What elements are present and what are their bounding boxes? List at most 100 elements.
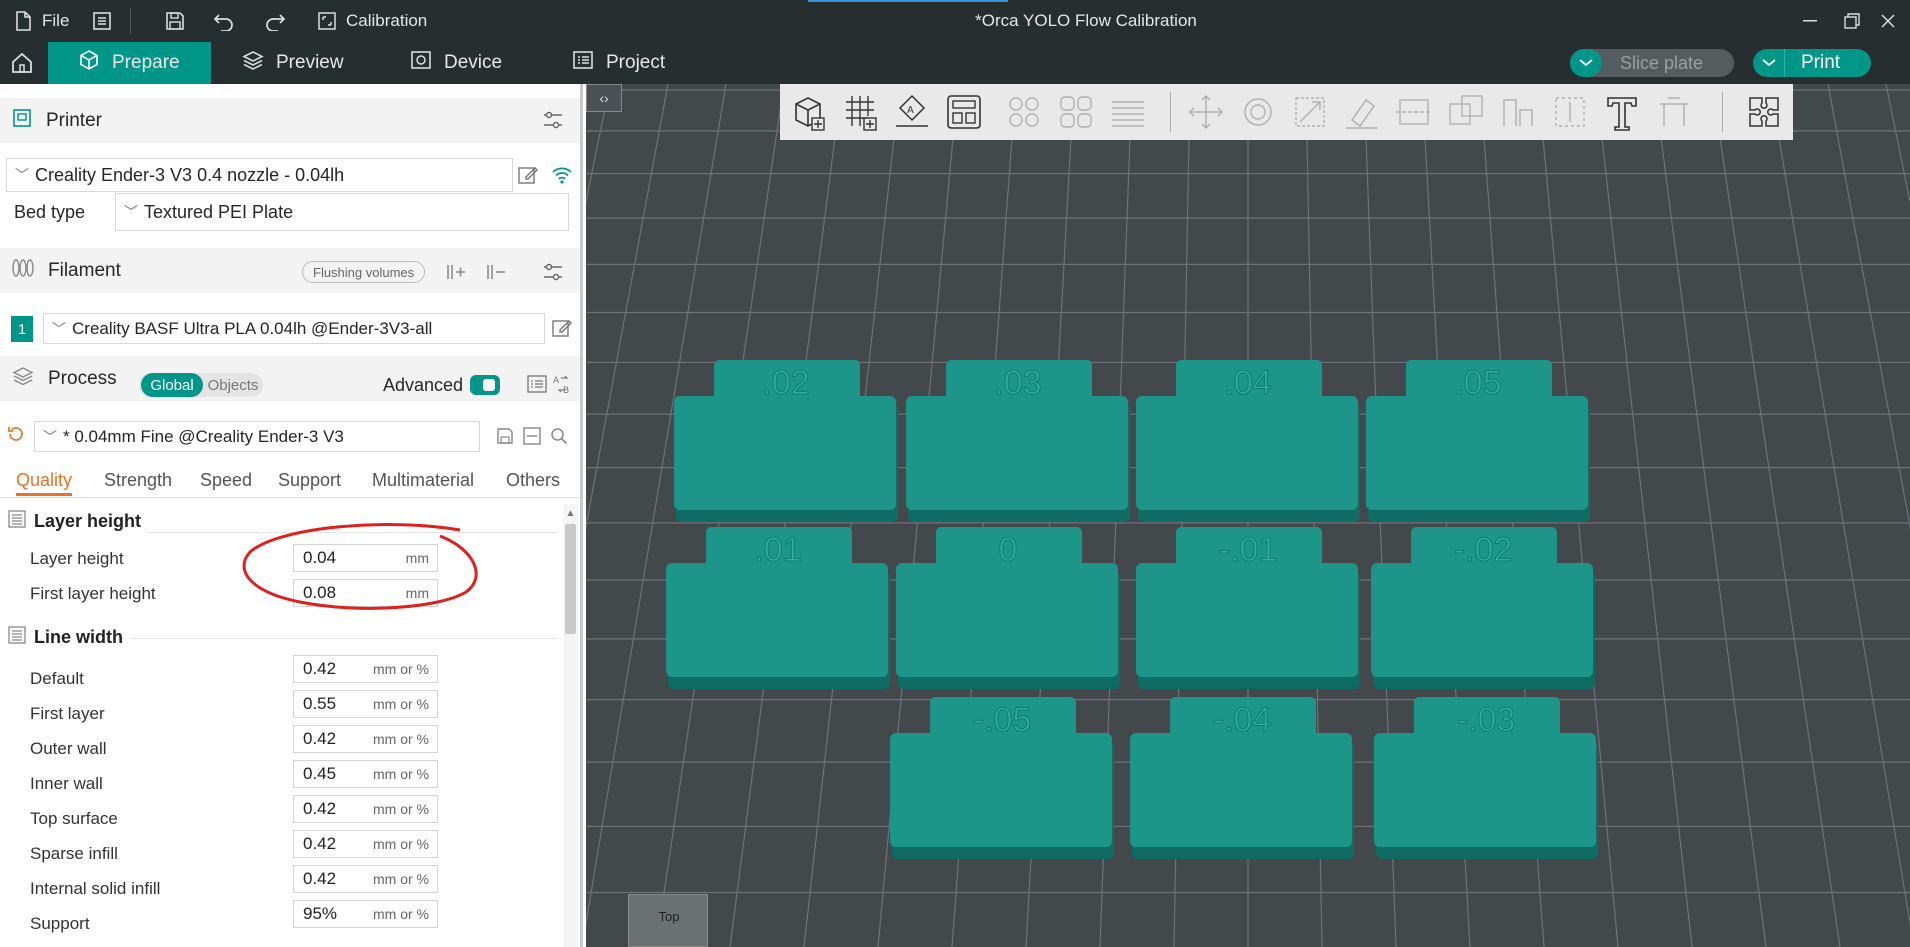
print-dropdown-chevron-icon[interactable] — [1753, 49, 1785, 77]
advanced-toggle[interactable] — [470, 375, 500, 395]
add-plate-icon[interactable] — [838, 90, 882, 134]
remove-filament-icon[interactable] — [484, 260, 508, 284]
scale-icon[interactable] — [1288, 90, 1332, 134]
scrollbar-thumb[interactable] — [565, 524, 576, 634]
first-layer-line-width-value[interactable]: 0.55 — [303, 694, 363, 714]
tab-device[interactable]: Device — [410, 42, 502, 84]
add-object-icon[interactable] — [786, 90, 830, 134]
top-surface-value[interactable]: 0.42 — [303, 799, 363, 819]
filament-slot-badge[interactable]: 1 — [11, 316, 33, 342]
slice-plate-button[interactable]: Slice plate — [1570, 49, 1734, 77]
save-icon[interactable] — [165, 0, 185, 42]
subtab-strength[interactable]: Strength — [104, 470, 172, 491]
arrange-icon[interactable] — [942, 90, 986, 134]
objects-toggle[interactable]: Objects — [205, 373, 261, 397]
subtab-quality[interactable]: Quality — [16, 470, 73, 496]
collapse-sidebar-icon[interactable]: ‹› — [586, 84, 622, 112]
split-parts-icon[interactable] — [1054, 90, 1098, 134]
support-line-width-value[interactable]: 95% — [303, 904, 363, 924]
build-plate-grid: .02 .03 .04 .05 .01 0 -.01 -.02 -.05 -.04 -.03 — [586, 84, 1910, 947]
redo-icon[interactable] — [264, 0, 286, 42]
move-icon[interactable] — [1184, 90, 1228, 134]
lay-on-face-icon[interactable] — [1340, 90, 1384, 134]
minimize-icon[interactable] — [1788, 0, 1832, 42]
calibration-tile[interactable]: -.02 — [1371, 527, 1595, 689]
compare-icon[interactable]: AB — [551, 372, 575, 396]
layers-edit-icon[interactable] — [1106, 90, 1150, 134]
outer-wall-input[interactable]: 0.42 mm or % — [293, 725, 438, 753]
internal-solid-infill-value[interactable]: 0.42 — [303, 869, 363, 889]
calibration-tile[interactable]: .03 — [906, 360, 1130, 522]
subtab-support[interactable]: Support — [278, 470, 341, 491]
flushing-volumes-button[interactable]: Flushing volumes — [302, 261, 426, 283]
print-button[interactable]: Print — [1753, 49, 1871, 77]
printer-settings-icon[interactable] — [541, 108, 565, 132]
calibration-tile[interactable]: -.04 — [1130, 697, 1354, 859]
subtab-multimaterial[interactable]: Multimaterial — [372, 470, 474, 491]
mesh-boolean-icon[interactable] — [1444, 90, 1488, 134]
save-preset-icon[interactable] — [493, 424, 517, 448]
seam-paint-icon[interactable] — [1548, 90, 1592, 134]
view-cube[interactable]: Top — [628, 894, 708, 947]
printer-preset-select[interactable]: ﹀ Creality Ender-3 V3 0.4 nozzle - 0.04l… — [6, 158, 513, 192]
top-surface-input[interactable]: 0.42 mm or % — [293, 795, 438, 823]
calibration-menu[interactable]: Calibration — [318, 0, 427, 42]
auto-orient-icon[interactable]: A — [890, 90, 934, 134]
tab-prepare[interactable]: Prepare — [48, 42, 211, 84]
scroll-up-icon[interactable]: ▲ — [565, 508, 576, 519]
tab-project[interactable]: Project — [572, 42, 665, 84]
calibration-tile[interactable]: -.01 — [1136, 527, 1360, 689]
subtab-others[interactable]: Others — [506, 470, 560, 491]
tile-label: 0 — [999, 531, 1018, 569]
edit-printer-icon[interactable] — [515, 162, 541, 188]
filament-preset-select[interactable]: ﹀ Creality BASF Ultra PLA 0.04lh @Ender-… — [43, 313, 545, 344]
calibration-tile[interactable]: 0 — [896, 527, 1120, 689]
search-icon[interactable] — [547, 424, 571, 448]
list-view-icon[interactable] — [525, 372, 549, 396]
settings-scrollbar[interactable]: ▲ — [563, 504, 578, 947]
default-line-width-value[interactable]: 0.42 — [303, 659, 363, 679]
global-toggle[interactable]: Global — [141, 373, 203, 397]
reset-icon[interactable] — [4, 422, 28, 446]
outer-wall-value[interactable]: 0.42 — [303, 729, 363, 749]
slice-dropdown-chevron-icon[interactable] — [1570, 49, 1602, 77]
file-menu[interactable]: File — [14, 0, 69, 42]
process-preset-select[interactable]: ﹀ * 0.04mm Fine @Creality Ender-3 V3 — [34, 421, 480, 452]
inner-wall-input[interactable]: 0.45 mm or % — [293, 760, 438, 788]
text-tool-icon[interactable] — [1600, 90, 1644, 134]
filament-settings-icon[interactable] — [541, 260, 565, 284]
internal-solid-infill-input[interactable]: 0.42 mm or % — [293, 865, 438, 893]
tab-preview[interactable]: Preview — [242, 42, 344, 84]
sparse-infill-value[interactable]: 0.42 — [303, 834, 363, 854]
3d-viewport[interactable]: .02.03.04.05.01 0 -.01 -.02 -.05 -.04 -.03 ‹› … — [586, 84, 1910, 947]
cut-icon[interactable] — [1392, 90, 1436, 134]
wifi-icon[interactable] — [549, 162, 575, 188]
sparse-infill-input[interactable]: 0.42 mm or % — [293, 830, 438, 858]
default-line-width-input[interactable]: 0.42 mm or % — [293, 655, 438, 683]
bed-type-select[interactable]: ﹀ Textured PEI Plate — [115, 193, 569, 231]
rotate-icon[interactable] — [1236, 90, 1280, 134]
calibration-tile[interactable]: .05 — [1366, 360, 1590, 522]
split-objects-icon[interactable] — [1002, 90, 1046, 134]
home-icon[interactable] — [10, 42, 34, 84]
measure-icon[interactable] — [1652, 90, 1696, 134]
undo-icon[interactable] — [213, 0, 235, 42]
calibration-tile[interactable]: .01 — [666, 527, 890, 689]
calibration-tile[interactable]: -.05 — [890, 697, 1114, 859]
subtab-speed[interactable]: Speed — [200, 470, 252, 491]
support-paint-icon[interactable] — [1496, 90, 1540, 134]
support-line-width-input[interactable]: 95% mm or % — [293, 900, 438, 928]
inner-wall-value[interactable]: 0.45 — [303, 764, 363, 784]
printer-section-header: Printer — [0, 98, 580, 143]
assembly-icon[interactable] — [1742, 90, 1786, 134]
calibration-tile[interactable]: -.03 — [1374, 697, 1598, 859]
global-objects-switch[interactable]: Global Objects — [139, 373, 263, 397]
calibration-tile[interactable]: .04 — [1136, 360, 1360, 522]
notes-icon[interactable] — [92, 0, 112, 42]
calibration-tile[interactable]: .02 — [674, 360, 898, 522]
edit-filament-icon[interactable] — [549, 315, 575, 341]
first-layer-line-width-input[interactable]: 0.55 mm or % — [293, 690, 438, 718]
add-filament-icon[interactable] — [444, 260, 468, 284]
close-icon[interactable] — [1866, 0, 1910, 42]
delete-preset-icon[interactable] — [520, 424, 544, 448]
